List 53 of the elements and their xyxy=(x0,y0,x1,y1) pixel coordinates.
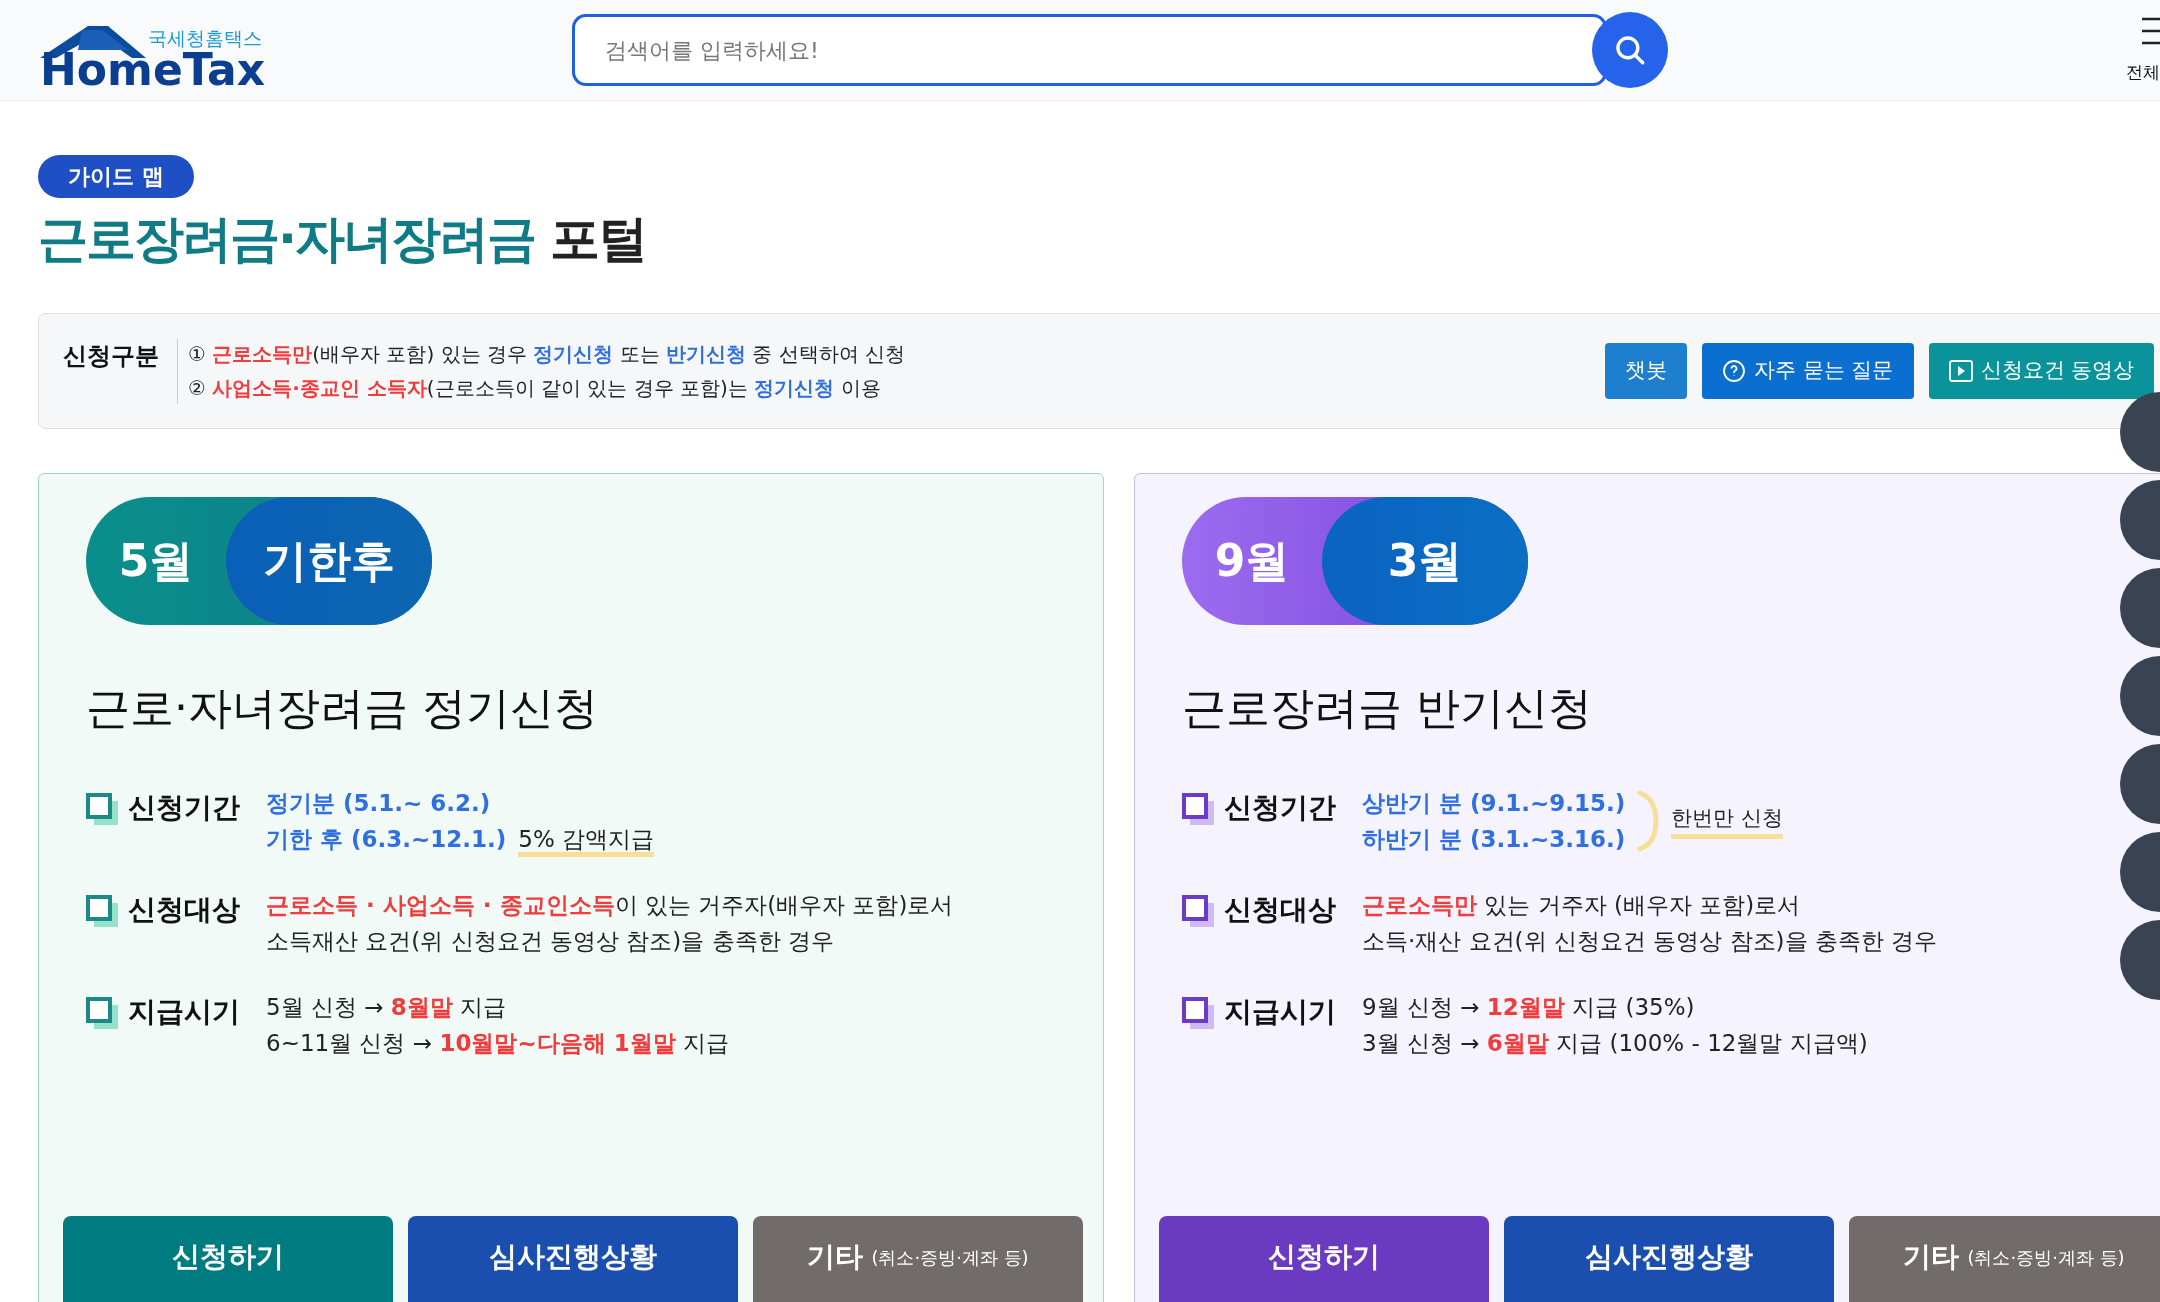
row-text: 기한 후 (6.3.~12.1.) 5% 감액지급 xyxy=(266,823,655,855)
pill-label: 기한후 xyxy=(226,497,432,625)
question-icon xyxy=(1722,359,1747,383)
row-label: 지급시기 xyxy=(128,994,241,1030)
apply-button[interactable]: 신청하기 xyxy=(63,1216,393,1302)
row-text: 6~11월 신청 → 10월말~다음해 1월말 지급 xyxy=(266,1029,729,1058)
pill-label: 3월 xyxy=(1322,497,1528,625)
row-text: 소득·재산 요건(위 신청요건 동영상 참조)을 충족한 경우 xyxy=(1362,927,1938,956)
square-bullet-icon xyxy=(1182,895,1214,927)
card-title: 근로장려금 반기신청 xyxy=(1182,681,1592,735)
status-button[interactable]: 심사진행상황 xyxy=(1504,1216,1834,1302)
row-text: 상반기 분 (9.1.~9.15.) xyxy=(1362,789,1626,818)
guide-badge: 가이드 맵 xyxy=(38,155,194,198)
apply-button[interactable]: 신청하기 xyxy=(1159,1216,1489,1302)
pill-label: 5월 xyxy=(117,534,195,588)
search-field[interactable]: 검색어를 입력하세요! xyxy=(572,14,1607,86)
info-text: ② 사업소득·종교인 소득자(근로소득이 같이 있는 경우 포함)는 정기신청 이용 xyxy=(188,374,882,402)
play-icon xyxy=(1948,360,1973,382)
status-button[interactable]: 심사진행상황 xyxy=(408,1216,738,1302)
info-label: 신청구분 xyxy=(63,341,160,372)
pill-label: 9월 xyxy=(1213,534,1291,588)
row-label: 지급시기 xyxy=(1224,994,1337,1030)
square-bullet-icon xyxy=(1182,793,1214,825)
card-title: 근로·자녀장려금 정기신청 xyxy=(86,681,598,735)
menu-icon[interactable] xyxy=(2142,16,2160,46)
square-bullet-icon xyxy=(86,895,118,927)
row-label: 신청대상 xyxy=(128,892,241,928)
row-text: 정기분 (5.1.~ 6.2.) xyxy=(266,789,492,818)
row-label: 신청기간 xyxy=(128,790,241,826)
faq-button[interactable]: 자주 묻는 질문 xyxy=(1702,343,1914,399)
row-label: 신청기간 xyxy=(1224,790,1337,826)
video-button[interactable]: 신청요건 동영상 xyxy=(1928,343,2155,399)
chatbot-button[interactable]: 챗봇 xyxy=(1605,343,1688,399)
search-icon xyxy=(1613,33,1647,67)
other-button[interactable]: 기타 (취소·증빙·계좌 등) xyxy=(753,1216,1083,1302)
square-bullet-icon xyxy=(86,793,118,825)
row-text: 소득재산 요건(위 신청요건 동영상 참조)을 충족한 경우 xyxy=(266,927,835,956)
square-bullet-icon xyxy=(86,997,118,1029)
page-title: 근로장려금·자녀장려금 포털 xyxy=(38,209,647,270)
bracket-icon xyxy=(1637,789,1660,853)
menu-label[interactable]: 전체 xyxy=(2126,60,2160,86)
other-button[interactable]: 기타 (취소·증빙·계좌 등) xyxy=(1849,1216,2160,1302)
square-bullet-icon xyxy=(1182,997,1214,1029)
row-text: 9월 신청 → 12월말 지급 (35%) xyxy=(1362,993,1696,1022)
row-text: 근로소득만 있는 거주자 (배우자 포함)로서 xyxy=(1362,891,1802,920)
logo-subtitle: 국세청홈택스 xyxy=(148,26,262,51)
row-text: 5월 신청 → 8월말 지급 xyxy=(266,993,508,1022)
row-label: 신청대상 xyxy=(1224,892,1337,928)
row-text: 3월 신청 → 6월말 지급 (100% - 12월말 지급액) xyxy=(1362,1029,1868,1058)
row-text: 근로소득 · 사업소득 · 종교인소득이 있는 거주자(배우자 포함)로서 xyxy=(266,891,954,920)
note-text: 한번만 신청 xyxy=(1671,802,1783,840)
row-text: 하반기 분 (3.1.~3.16.) xyxy=(1362,825,1626,854)
info-text: ① 근로소득만(배우자 포함) 있는 경우 정기신청 또는 반기신청 중 선택하여 신청 xyxy=(188,340,906,368)
